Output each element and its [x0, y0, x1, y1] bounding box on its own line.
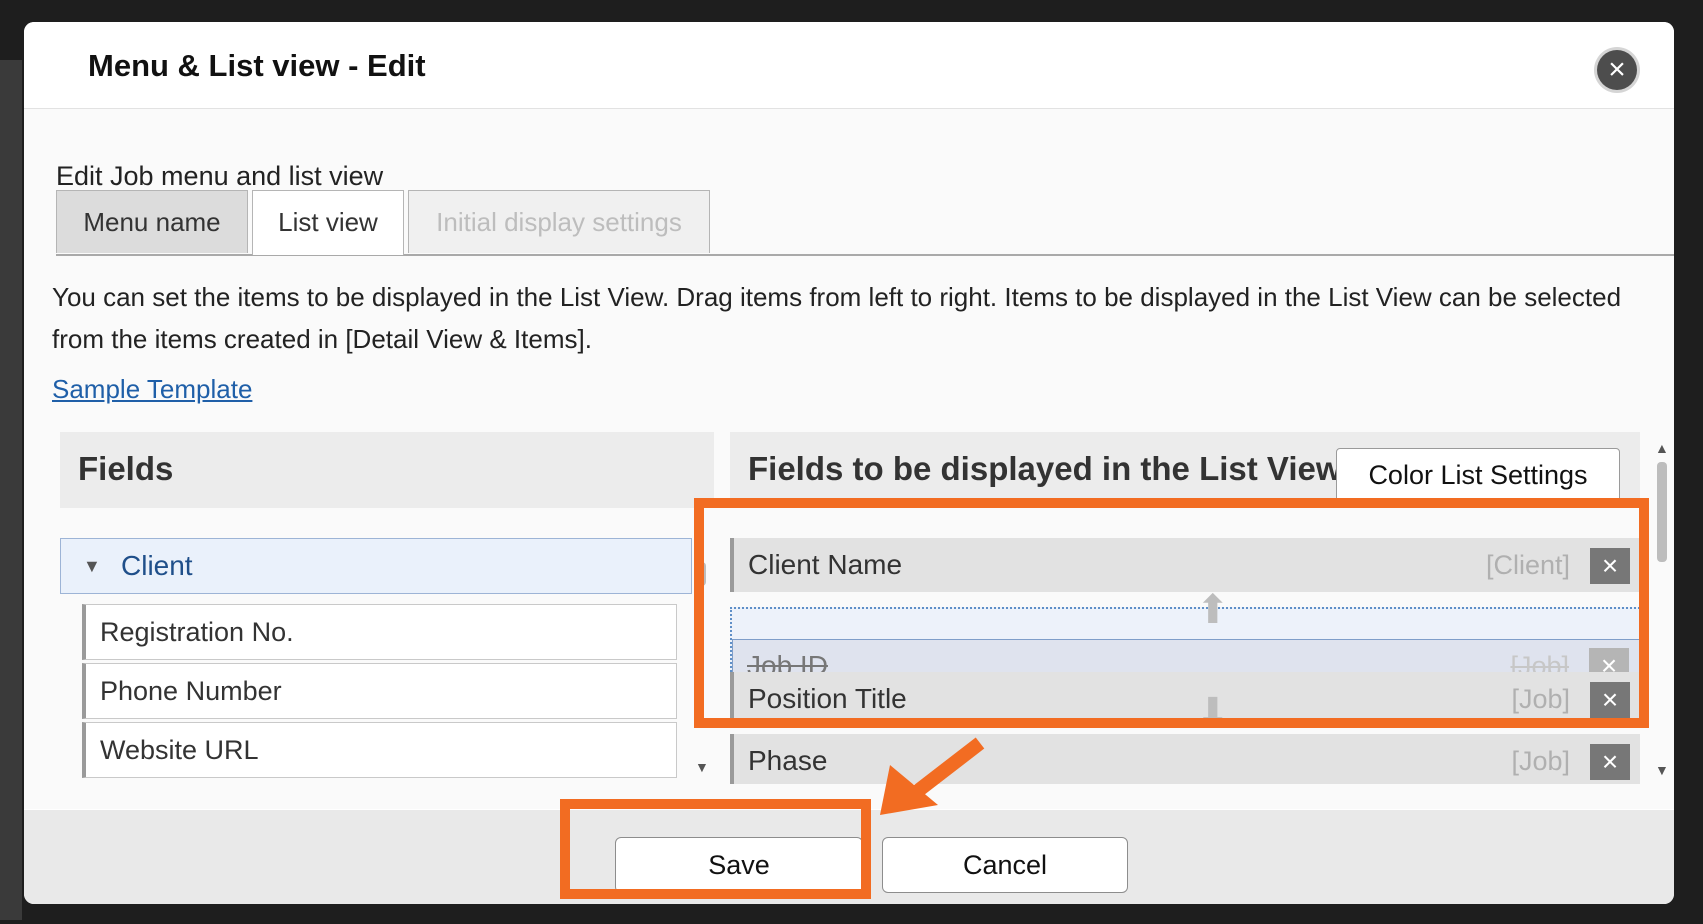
instructions-text: You can set the items to be displayed in…: [52, 282, 1622, 354]
field-item-registration-no[interactable]: Registration No.: [82, 604, 677, 660]
dialog-header: Menu & List view - Edit ×: [24, 22, 1674, 109]
tab-menu-name[interactable]: Menu name: [56, 190, 248, 253]
tab-initial-display-settings[interactable]: Initial display settings: [408, 190, 710, 253]
sample-template-link[interactable]: Sample Template: [52, 374, 252, 405]
dialog-subtitle: Edit Job menu and list view: [56, 161, 384, 191]
highlight-list-area: [694, 498, 1649, 728]
field-group-label: Client: [121, 550, 193, 581]
field-group-client[interactable]: ▼ Client: [60, 538, 692, 594]
list-scroll-down-icon[interactable]: ▼: [1655, 762, 1669, 778]
list-item-label: Phase: [748, 745, 828, 776]
list-panel-title: Fields to be displayed in the List View: [748, 450, 1342, 487]
dialog-title: Menu & List view - Edit: [88, 48, 426, 83]
highlight-save-button: [560, 799, 871, 899]
fields-scroll-down-icon[interactable]: ▼: [695, 759, 709, 775]
remove-icon[interactable]: ×: [1590, 744, 1630, 780]
field-item-phone-number[interactable]: Phone Number: [82, 663, 677, 719]
list-panel-header: Fields to be displayed in the List View …: [730, 432, 1640, 508]
background-app-strip: [0, 60, 22, 920]
field-item-label: Website URL: [100, 735, 259, 765]
field-item-website-url[interactable]: Website URL: [82, 722, 677, 778]
list-item-phase[interactable]: Phase [Job] ×: [730, 734, 1640, 784]
tab-list-view[interactable]: List view: [252, 190, 404, 255]
field-item-label: Phone Number: [100, 676, 282, 706]
fields-panel-title: Fields: [78, 450, 174, 487]
field-item-label: Registration No.: [100, 617, 294, 647]
tab-bar: Menu name List view Initial display sett…: [56, 190, 1674, 256]
fields-panel-header: Fields: [60, 432, 714, 508]
annotation-arrow-icon: [880, 737, 985, 815]
caret-down-icon: ▼: [83, 556, 101, 576]
cancel-button[interactable]: Cancel: [882, 837, 1128, 893]
list-scroll-up-icon[interactable]: ▲: [1655, 440, 1669, 456]
close-icon[interactable]: ×: [1597, 50, 1637, 90]
list-item-tag: [Job]: [1511, 746, 1570, 776]
color-list-settings-button[interactable]: Color List Settings: [1336, 448, 1620, 502]
list-scrollbar-thumb[interactable]: [1657, 462, 1667, 562]
edit-dialog: Menu & List view - Edit × Edit Job menu …: [24, 22, 1674, 904]
